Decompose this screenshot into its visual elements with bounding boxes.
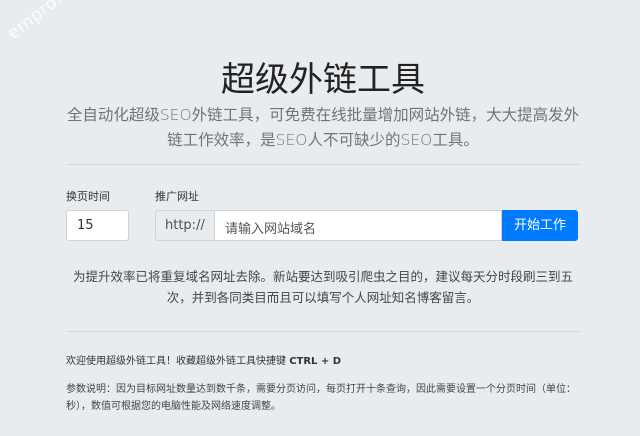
shortcut-key: CTRL + D xyxy=(289,356,342,367)
params-description: 参数说明：因为目标网址数量达到数千条，需要分页访问，每页打开十条查询，因此需要设… xyxy=(66,384,576,412)
divider-bottom xyxy=(66,331,580,332)
usage-tip: 为提升效率已将重复域名网址去除。新站要达到吸引爬虫之目的，建议每天分时段刷三到五… xyxy=(72,269,573,305)
url-prefix: http:// xyxy=(155,210,214,241)
url-input[interactable]: 请输入网站域名 xyxy=(214,210,502,241)
watermark: emprd.com xyxy=(4,0,97,44)
page-title: 超级外链工具 xyxy=(221,60,425,100)
url-label: 推广网址 xyxy=(155,190,199,203)
page-description: 全自动化超级SEO外链工具，可免费在线批量增加网站外链，大大提高发外链工作效率，… xyxy=(66,106,580,149)
divider-top xyxy=(66,164,580,165)
start-work-button[interactable]: 开始工作 xyxy=(502,210,578,241)
page-time-label: 换页时间 xyxy=(66,190,110,203)
welcome-text: 欢迎使用超级外链工具！收藏超级外链工具快捷键 xyxy=(66,356,290,367)
welcome-line: 欢迎使用超级外链工具！收藏超级外链工具快捷键 CTRL + D xyxy=(66,352,341,367)
page-time-input[interactable]: 15 xyxy=(66,210,129,241)
